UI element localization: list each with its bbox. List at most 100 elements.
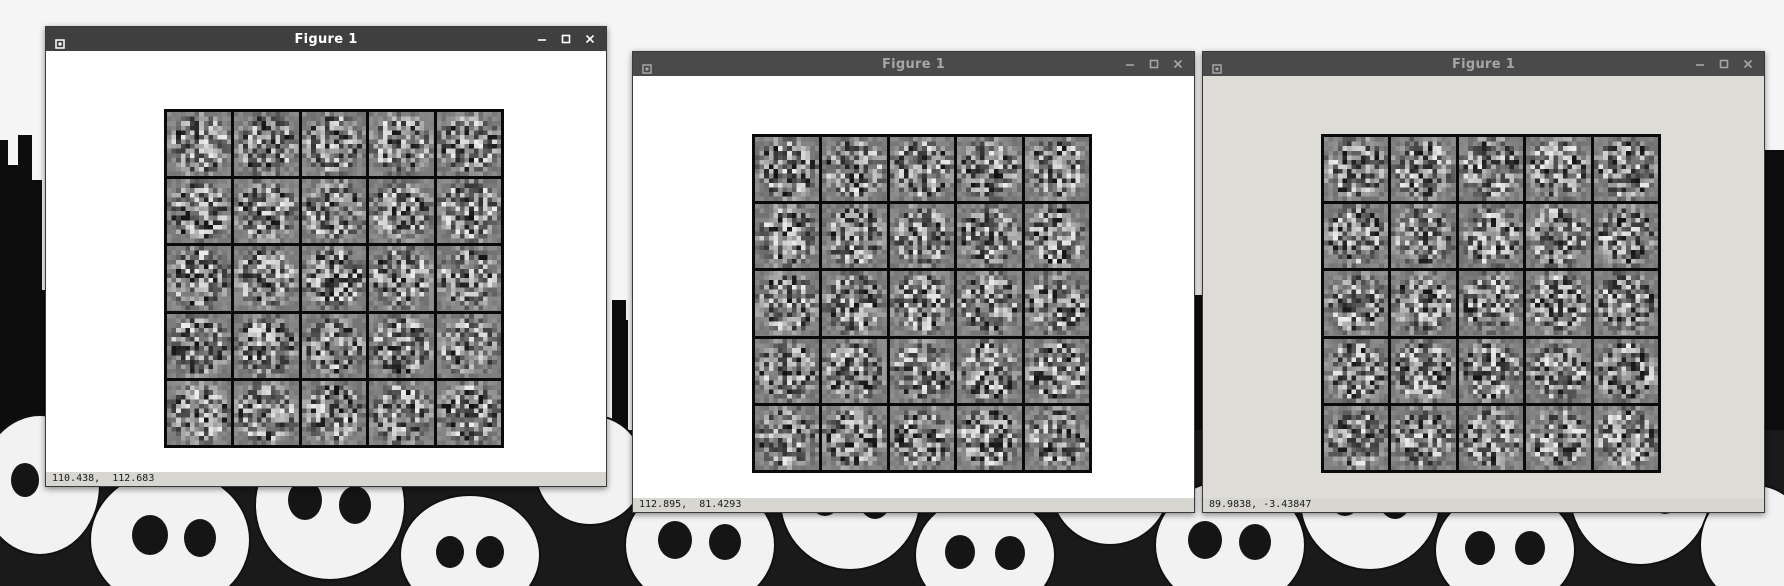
window-title: Figure 1 (1451, 56, 1516, 72)
weight-image-tile (301, 380, 367, 445)
weight-image-tile (1391, 137, 1456, 202)
weight-image-tile (369, 313, 434, 378)
weight-image-tile (436, 380, 501, 445)
weight-image-tile (1324, 204, 1389, 269)
weight-image-tile (234, 313, 299, 378)
weight-image-tile (1593, 204, 1658, 269)
weight-image-tile (822, 338, 887, 403)
weight-image-tile (1593, 405, 1658, 470)
weight-image-tile (1593, 271, 1658, 336)
weight-image-tile (755, 137, 820, 202)
weight-image-tile (369, 112, 434, 177)
weight-image-tile (1024, 271, 1089, 336)
weight-image-tile (889, 137, 955, 202)
titlebar[interactable]: Figure 1 (633, 52, 1194, 76)
weights-image-grid (752, 134, 1092, 473)
weight-image-tile (957, 204, 1022, 269)
figure-canvas[interactable] (633, 76, 1194, 498)
cursor-coordinates: 110.438, 112.683 (52, 473, 155, 484)
weight-image-tile (1593, 338, 1658, 403)
weight-image-tile (1526, 137, 1591, 202)
statusbar: 110.438, 112.683 (46, 472, 606, 486)
weight-image-tile (436, 179, 501, 244)
weight-image-tile (889, 405, 955, 470)
weight-image-tile (167, 313, 232, 378)
maximize-icon[interactable] (1146, 56, 1162, 72)
weight-image-tile (1024, 338, 1089, 403)
weight-image-tile (1391, 271, 1456, 336)
weight-image-tile (1024, 405, 1089, 470)
weight-image-tile (957, 137, 1022, 202)
weight-image-tile (957, 338, 1022, 403)
weight-image-tile (234, 179, 299, 244)
weight-image-tile (369, 179, 434, 244)
figure-canvas[interactable] (1203, 76, 1764, 498)
weight-image-tile (889, 338, 955, 403)
weight-image-tile (1391, 204, 1456, 269)
weight-image-tile (1024, 204, 1089, 269)
weight-image-tile (167, 179, 232, 244)
minimize-icon[interactable] (1692, 56, 1708, 72)
weight-image-tile (1458, 338, 1524, 403)
minimize-icon[interactable] (1122, 56, 1138, 72)
weight-image-tile (822, 204, 887, 269)
weight-image-tile (1526, 271, 1591, 336)
statusbar: 112.895, 81.4293 (633, 498, 1194, 512)
weight-image-tile (301, 313, 367, 378)
weights-image-grid (1321, 134, 1661, 473)
weight-image-tile (889, 271, 955, 336)
weight-image-tile (436, 246, 501, 311)
figure-canvas[interactable] (46, 51, 606, 472)
weight-image-tile (1458, 405, 1524, 470)
titlebar[interactable]: Figure 1 (1203, 52, 1764, 76)
weight-image-tile (167, 246, 232, 311)
weight-image-tile (822, 405, 887, 470)
weight-image-tile (234, 112, 299, 177)
weight-image-tile (957, 405, 1022, 470)
weight-image-tile (889, 204, 955, 269)
weight-image-tile (1526, 338, 1591, 403)
weight-image-tile (1593, 137, 1658, 202)
weight-image-tile (755, 338, 820, 403)
weight-image-tile (755, 204, 820, 269)
window-menu-icon[interactable] (642, 59, 652, 74)
weight-image-tile (301, 246, 367, 311)
window-menu-icon[interactable] (1212, 59, 1222, 74)
weight-image-tile (1526, 405, 1591, 470)
weight-image-tile (1391, 338, 1456, 403)
figure-window-2[interactable]: Figure 1 112.895, 81.4293 (632, 51, 1195, 513)
maximize-icon[interactable] (1716, 56, 1732, 72)
weight-image-tile (234, 380, 299, 445)
weight-image-tile (755, 271, 820, 336)
cursor-coordinates: 89.9838, -3.43847 (1209, 499, 1312, 510)
close-icon[interactable] (1740, 56, 1756, 72)
weight-image-tile (234, 246, 299, 311)
weight-image-tile (301, 112, 367, 177)
weight-image-tile (957, 271, 1022, 336)
window-title: Figure 1 (294, 31, 358, 47)
weight-image-tile (822, 137, 887, 202)
weight-image-tile (1024, 137, 1089, 202)
weight-image-tile (1324, 338, 1389, 403)
close-icon[interactable] (582, 31, 598, 47)
weight-image-tile (436, 112, 501, 177)
weight-image-tile (822, 271, 887, 336)
weight-image-tile (755, 405, 820, 470)
figure-window-1[interactable]: Figure 1 110.438, 112.683 (45, 26, 607, 487)
weight-image-tile (1324, 405, 1389, 470)
close-icon[interactable] (1170, 56, 1186, 72)
weight-image-tile (167, 112, 232, 177)
minimize-icon[interactable] (534, 31, 550, 47)
weight-image-tile (1458, 204, 1524, 269)
weight-image-tile (1324, 137, 1389, 202)
figure-window-3[interactable]: Figure 1 89.9838, -3.43847 (1202, 51, 1765, 513)
weight-image-tile (1458, 271, 1524, 336)
weight-image-tile (1324, 271, 1389, 336)
maximize-icon[interactable] (558, 31, 574, 47)
weight-image-tile (167, 380, 232, 445)
weight-image-tile (369, 246, 434, 311)
window-title: Figure 1 (881, 56, 946, 72)
titlebar[interactable]: Figure 1 (46, 27, 606, 51)
weight-image-tile (1458, 137, 1524, 202)
window-menu-icon[interactable] (55, 34, 65, 49)
